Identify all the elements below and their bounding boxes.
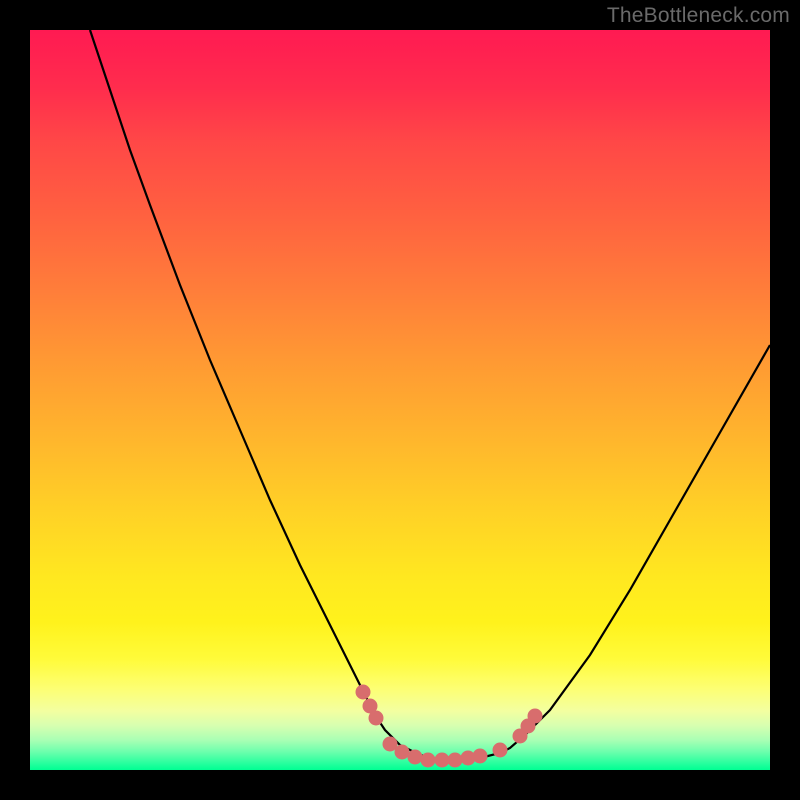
curve-marker (395, 745, 410, 760)
curve-marker (493, 743, 508, 758)
curve-marker (473, 749, 488, 764)
curve-marker (421, 753, 436, 768)
curve-marker (369, 711, 384, 726)
curve-marker (435, 753, 450, 768)
curve-marker (528, 709, 543, 724)
watermark-label: TheBottleneck.com (607, 4, 790, 28)
bottleneck-curve (90, 30, 770, 760)
plot-area (30, 30, 770, 770)
chart-frame: TheBottleneck.com (0, 0, 800, 800)
curve-marker (448, 753, 463, 768)
curve-marker (408, 750, 423, 765)
curve-marker (356, 685, 371, 700)
curve-svg (30, 30, 770, 770)
